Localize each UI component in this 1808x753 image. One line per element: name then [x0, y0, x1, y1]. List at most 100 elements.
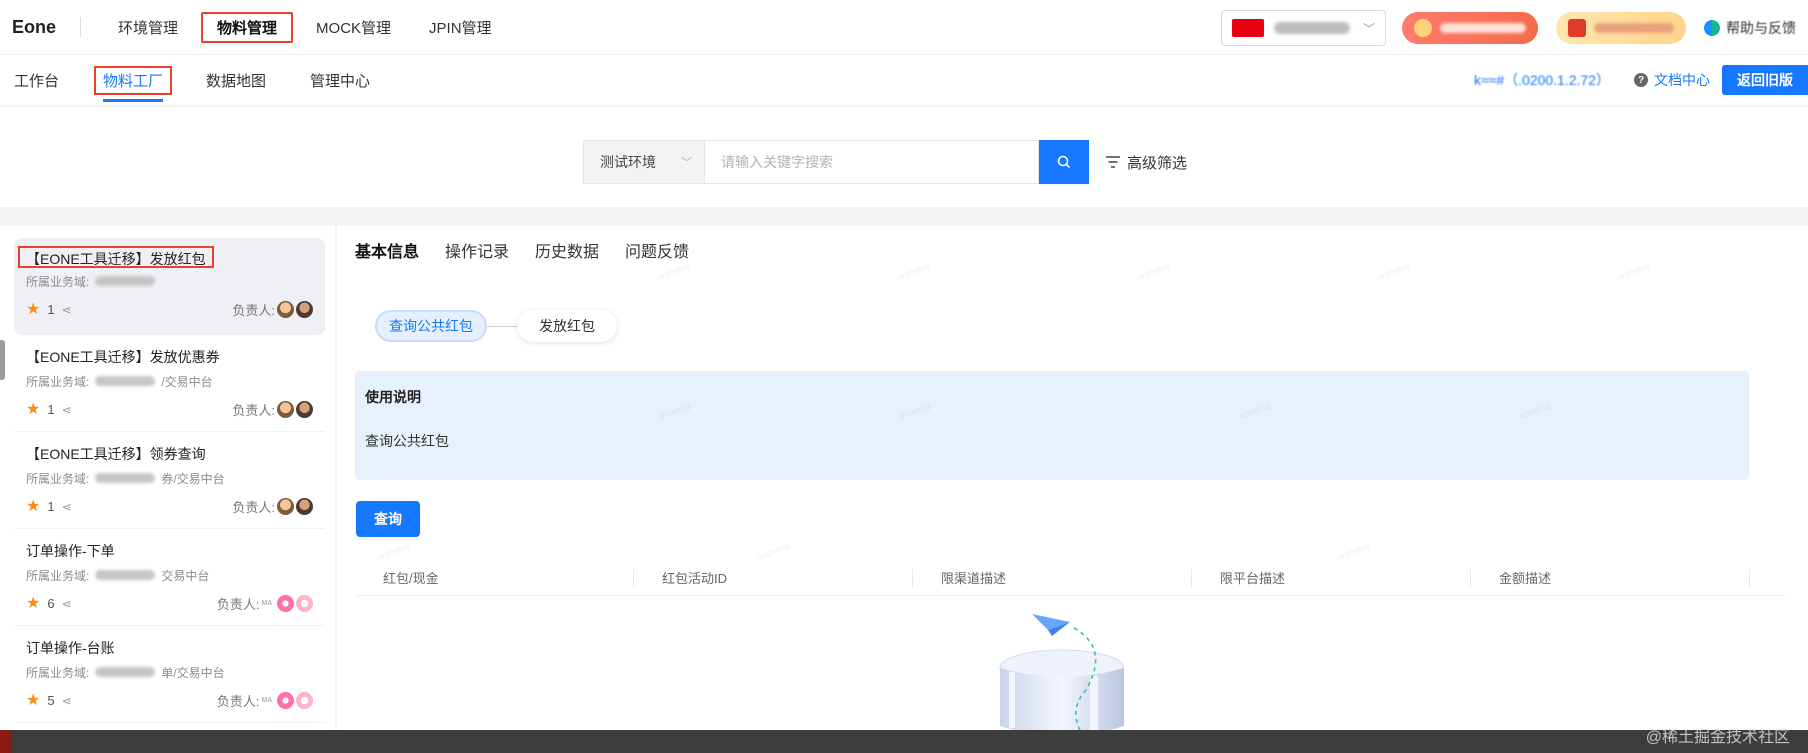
list-item-title: 订单操作-下单 [26, 543, 115, 559]
star-count: 6 [47, 596, 55, 611]
share-icon[interactable]: ⋖ [62, 403, 72, 417]
gift-icon [1568, 19, 1586, 37]
avatar [296, 595, 313, 612]
star-count: 1 [47, 499, 55, 514]
tab-basic-info[interactable]: 基本信息 [355, 238, 419, 262]
material-list: 【EONE工具迁移】发放红包 所属业务域: ★ 1 ⋖ 负责人: 【EONE工具… [0, 226, 335, 730]
material-detail: 基本信息 操作记录 历史数据 问题反馈 查询公共红包 发放红包 使用说明 查询公… [337, 226, 1808, 736]
top-nav: 环境管理 物料管理 MOCK管理 JPIN管理 [103, 11, 515, 43]
avatar [277, 692, 294, 709]
star-icon[interactable]: ★ [26, 498, 40, 515]
star-count: 1 [47, 302, 55, 317]
empty-state-illustration [999, 614, 1125, 736]
top-nav-env[interactable]: 环境管理 [103, 13, 193, 42]
sub-nav-admin-center[interactable]: 管理中心 [310, 70, 370, 91]
list-item[interactable]: 订单操作-台账 所属业务域: 单/交易中台 ★ 5 ⋖ 负责人: MA [14, 626, 325, 723]
return-old-version-button[interactable]: 返回旧版 [1722, 65, 1808, 95]
query-button[interactable]: 查询 [356, 501, 420, 537]
filter-icon [1106, 156, 1120, 168]
list-item-title: 订单操作-台账 [26, 640, 115, 656]
advanced-filter-label: 高级筛选 [1127, 154, 1188, 172]
top-right-tools: ﹀ 帮助与反馈 [1221, 10, 1808, 46]
share-icon[interactable]: ⋖ [62, 500, 72, 514]
share-icon[interactable]: ⋖ [62, 597, 72, 611]
tab-history-data[interactable]: 历史数据 [535, 238, 599, 262]
sub-nav: 工作台 物料工厂 数据地图 管理中心 [0, 65, 414, 102]
star-icon[interactable]: ★ [26, 401, 40, 418]
avatar [296, 301, 313, 318]
list-item[interactable]: 【EONE工具迁移】发放优惠券 所属业务域: /交易中台 ★ 1 ⋖ 负责人: [14, 335, 325, 432]
owners: 负责人: [232, 400, 313, 419]
scrollbar-handle[interactable] [0, 340, 5, 380]
env-select[interactable]: 测试环境 ﹀ [583, 140, 705, 184]
step-query-red-packet[interactable]: 查询公共红包 [375, 310, 487, 342]
star-icon[interactable]: ★ [26, 692, 40, 709]
sub-navbar: 工作台 物料工厂 数据地图 管理中心 k≈≈#（.0200.1.2.72） ? … [0, 55, 1808, 105]
help-feedback-link[interactable]: 帮助与反馈 [1704, 18, 1808, 38]
doc-center-label: 文档中心 [1654, 72, 1710, 88]
bottom-bar-accent [0, 730, 12, 753]
site-select-label [1274, 22, 1350, 34]
column-header: 红包活动ID [634, 560, 913, 595]
detail-tabs: 基本信息 操作记录 历史数据 问题反馈 [355, 238, 689, 262]
doc-center-link[interactable]: ? 文档中心 [1634, 70, 1710, 90]
list-item-title: 【EONE工具迁移】发放优惠券 [26, 349, 220, 365]
usage-panel: 使用说明 查询公共红包 [355, 371, 1749, 480]
list-item-domain: 所属业务域: [26, 273, 313, 290]
tab-issue-feedback[interactable]: 问题反馈 [625, 238, 689, 262]
footer-watermark: @稀土掘金技术社区 [1645, 729, 1790, 746]
list-item-title: 【EONE工具迁移】发放红包 [18, 246, 214, 268]
avatar-icon [1414, 19, 1432, 37]
usage-description: 查询公共红包 [365, 433, 449, 449]
column-header: 红包/现金 [355, 560, 634, 595]
chevron-down-icon: ﹀ [681, 157, 692, 169]
avatar [277, 595, 294, 612]
search-button[interactable] [1039, 140, 1089, 184]
bottom-bar [0, 730, 1808, 753]
sub-nav-data-map[interactable]: 数据地图 [206, 70, 266, 91]
list-item-domain: 所属业务域: 单/交易中台 [26, 666, 225, 680]
list-item[interactable]: 订单操作-下单 所属业务域: 交易中台 ★ 6 ⋖ 负责人: MA [14, 529, 325, 626]
user-info: k≈≈#（.0200.1.2.72） [1473, 72, 1610, 88]
app-logo[interactable]: Eone [0, 17, 80, 38]
column-header: 限渠道描述 [913, 560, 1192, 595]
owners: 负责人: MA [217, 691, 313, 710]
list-item[interactable]: 【EONE工具迁移】发放红包 所属业务域: ★ 1 ⋖ 负责人: [14, 238, 325, 335]
help-feedback-label: 帮助与反馈 [1726, 20, 1796, 36]
avatar [277, 498, 294, 515]
step-flow: 查询公共红包 发放红包 [375, 310, 617, 342]
list-item[interactable]: 【EONE工具迁移】领券查询 所属业务域: 券/交易中台 ★ 1 ⋖ 负责人: [14, 432, 325, 529]
list-item-domain: 所属业务域: 券/交易中台 [26, 472, 225, 486]
tab-operation-log[interactable]: 操作记录 [445, 238, 509, 262]
promo-pill-yellow[interactable] [1556, 12, 1686, 44]
question-icon: ? [1634, 73, 1648, 87]
site-select[interactable]: ﹀ [1221, 10, 1386, 46]
list-item-domain: 所属业务域: /交易中台 [26, 375, 213, 389]
sub-right-tools: k≈≈#（.0200.1.2.72） ? 文档中心 返回旧版 [1474, 65, 1808, 95]
share-icon[interactable]: ⋖ [62, 303, 72, 317]
promo-pill-red[interactable] [1402, 12, 1538, 44]
advanced-filter-button[interactable]: 高级筛选 [1105, 152, 1187, 173]
avatar [296, 401, 313, 418]
star-count: 1 [47, 402, 55, 417]
owners: 负责人: [232, 497, 313, 516]
top-nav-materials[interactable]: 物料管理 [201, 11, 294, 43]
avatar [296, 498, 313, 515]
search-input[interactable] [705, 140, 1039, 184]
share-icon[interactable]: ⋖ [62, 694, 72, 708]
env-select-label: 测试环境 [600, 154, 656, 170]
star-icon[interactable]: ★ [26, 301, 40, 318]
top-nav-mock[interactable]: MOCK管理 [301, 13, 406, 42]
star-icon[interactable]: ★ [26, 595, 40, 612]
column-header: 限平台描述 [1192, 560, 1471, 595]
sub-nav-workbench[interactable]: 工作台 [14, 70, 59, 91]
owners: 负责人: MA [217, 594, 313, 613]
top-nav-jpin[interactable]: JPIN管理 [414, 13, 507, 42]
sub-nav-material-factory[interactable]: 物料工厂 [94, 65, 173, 102]
search-bar: 测试环境 ﹀ 高级筛选 [583, 140, 1187, 184]
step-issue-red-packet[interactable]: 发放红包 [517, 310, 617, 342]
column-header: 金额描述 [1471, 560, 1750, 595]
divider [80, 17, 81, 37]
avatar [296, 692, 313, 709]
star-count: 5 [47, 693, 55, 708]
